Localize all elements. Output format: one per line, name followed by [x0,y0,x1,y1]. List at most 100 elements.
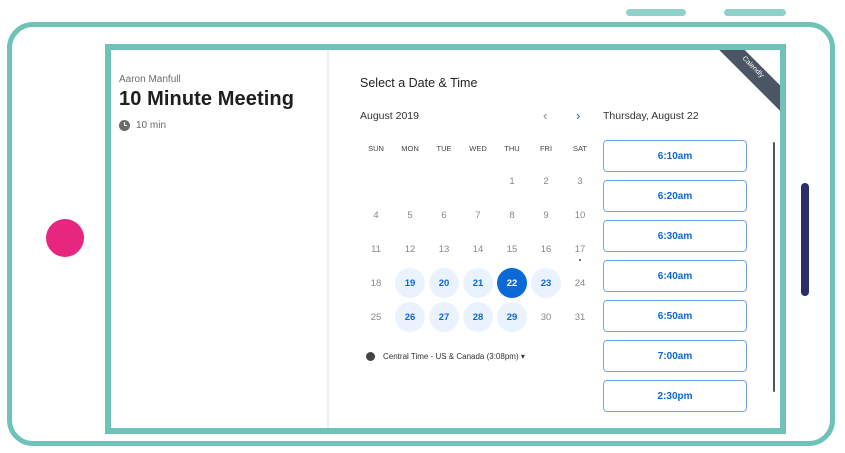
calendar-cell: 27 [427,300,461,334]
calendar-day: 5 [407,209,413,221]
device-top-button-left [626,9,686,16]
calendar-week: 11 12 13 14 15 16 17 [359,232,597,266]
calendar-cell [393,164,427,198]
calendar-cell: 29 [495,300,529,334]
calendar-day: 8 [509,209,515,221]
time-slot-button[interactable]: 6:40am [603,260,747,292]
time-slot-button[interactable]: 6:50am [603,300,747,332]
calendar-cell: 23 [529,266,563,300]
weekday-label: MON [401,144,419,153]
calendar-cell: 2 [529,164,563,198]
calendar-day[interactable]: 20 [429,268,459,298]
calendar-day: 9 [543,209,549,221]
calendar-day: 24 [574,277,586,289]
calendar-day[interactable]: 29 [497,302,527,332]
calendar-cell: 25 [359,300,393,334]
calendar-cell: 4 [359,198,393,232]
weekday-label: THU [504,144,520,153]
calendar-cell: 28 [461,300,495,334]
today-indicator-dot [579,259,581,261]
calendar-cell: 12 [393,232,427,266]
calendar-cell: 1 [495,164,529,198]
weekday-label: SUN [368,144,384,153]
calendar-week: 18 19 20 21 22 23 24 [359,266,597,300]
calendar-day: 14 [472,243,484,255]
side-button [801,183,809,296]
event-details-panel: Aaron Manfull 10 Minute Meeting 10 min [111,50,329,428]
page-title: Select a Date & Time [360,76,478,90]
calendar-week: 4 5 6 7 8 9 10 [359,198,597,232]
calendar-cell [359,164,393,198]
timezone-selector[interactable]: Central Time - US & Canada (3:08pm) ▾ [366,352,525,361]
calendar-day[interactable]: 28 [463,302,493,332]
home-button[interactable] [46,219,84,257]
calendar-day[interactable]: 21 [463,268,493,298]
calendar-day: 15 [506,243,518,255]
calendar-cell: 8 [495,198,529,232]
calendar-cell: 10 [563,198,597,232]
calendar-cell: 5 [393,198,427,232]
duration-label: 10 min [136,120,167,131]
calendar-cell: 24 [563,266,597,300]
calendar-cell: 22 [495,266,529,300]
calendar-grid: 1 2 3 4 5 6 7 8 9 10 11 12 13 14 15 16 17 18 19 20 21 22 23 24 2… [359,164,597,334]
globe-icon [366,352,375,361]
calendar-cell: 15 [495,232,529,266]
calendar-cell: 30 [529,300,563,334]
calendar-day: 13 [438,243,450,255]
calendar-cell: 3 [563,164,597,198]
time-slot-list: 6:10am 6:20am 6:30am 6:40am 6:50am 7:00am 2:30… [603,140,747,420]
time-slot-button[interactable]: 2:30pm [603,380,747,412]
calendar-day: 10 [574,209,586,221]
calendar-day: 4 [373,209,379,221]
calendar-cell: 31 [563,300,597,334]
calendar-day: 6 [441,209,447,221]
calendar-day[interactable]: 27 [429,302,459,332]
calendar-day[interactable]: 19 [395,268,425,298]
weekday-label: TUE [436,144,452,153]
calendar-day: 25 [370,311,382,323]
calendar-cell: 7 [461,198,495,232]
selected-date-label: Thursday, August 22 [603,110,699,122]
calendar-cell: 9 [529,198,563,232]
time-slot-button[interactable]: 7:00am [603,340,747,372]
timezone-label: Central Time - US & Canada (3:08pm) ▾ [383,352,525,361]
calendar-cell: 14 [461,232,495,266]
calendar-cell: 21 [461,266,495,300]
calendar-day: 16 [540,243,552,255]
calendar-day: 2 [543,175,549,187]
time-slot-button[interactable]: 6:10am [603,140,747,172]
calendar-day[interactable]: 23 [531,268,561,298]
scrollbar[interactable] [773,142,775,392]
next-month-icon[interactable]: › [576,108,580,123]
time-slot-button[interactable]: 6:20am [603,180,747,212]
calendar-cell [461,164,495,198]
calendar-cell: 19 [393,266,427,300]
calendar-week: 1 2 3 [359,164,597,198]
weekday-label: SAT [572,144,588,153]
calendly-screen: Aaron Manfull 10 Minute Meeting 10 min S… [105,44,786,434]
calendar-day[interactable]: 26 [395,302,425,332]
calendar-day: 3 [577,175,583,187]
time-slot-button[interactable]: 6:30am [603,220,747,252]
clock-icon [119,120,130,131]
calendar-cell: 26 [393,300,427,334]
calendar-week: 25 26 27 28 29 30 31 [359,300,597,334]
calendly-badge[interactable]: Calendly [705,50,780,115]
weekday-label: FRI [539,144,553,153]
weekday-header: SUN MON TUE WED THU FRI SAT [359,144,597,153]
host-name: Aaron Manfull [119,74,181,85]
calendar-cell: 13 [427,232,461,266]
month-label: August 2019 [360,110,419,122]
calendar-cell: 20 [427,266,461,300]
calendar-cell [427,164,461,198]
calendar-day-selected[interactable]: 22 [497,268,527,298]
calendar-day: 7 [475,209,481,221]
calendar-cell: 6 [427,198,461,232]
calendar-day: 30 [540,311,552,323]
calendar-day: 11 [371,243,381,255]
calendar-cell: 11 [359,232,393,266]
calendar-day: 18 [370,277,382,289]
prev-month-icon[interactable]: ‹ [543,108,547,123]
calendar-day: 31 [574,311,586,323]
